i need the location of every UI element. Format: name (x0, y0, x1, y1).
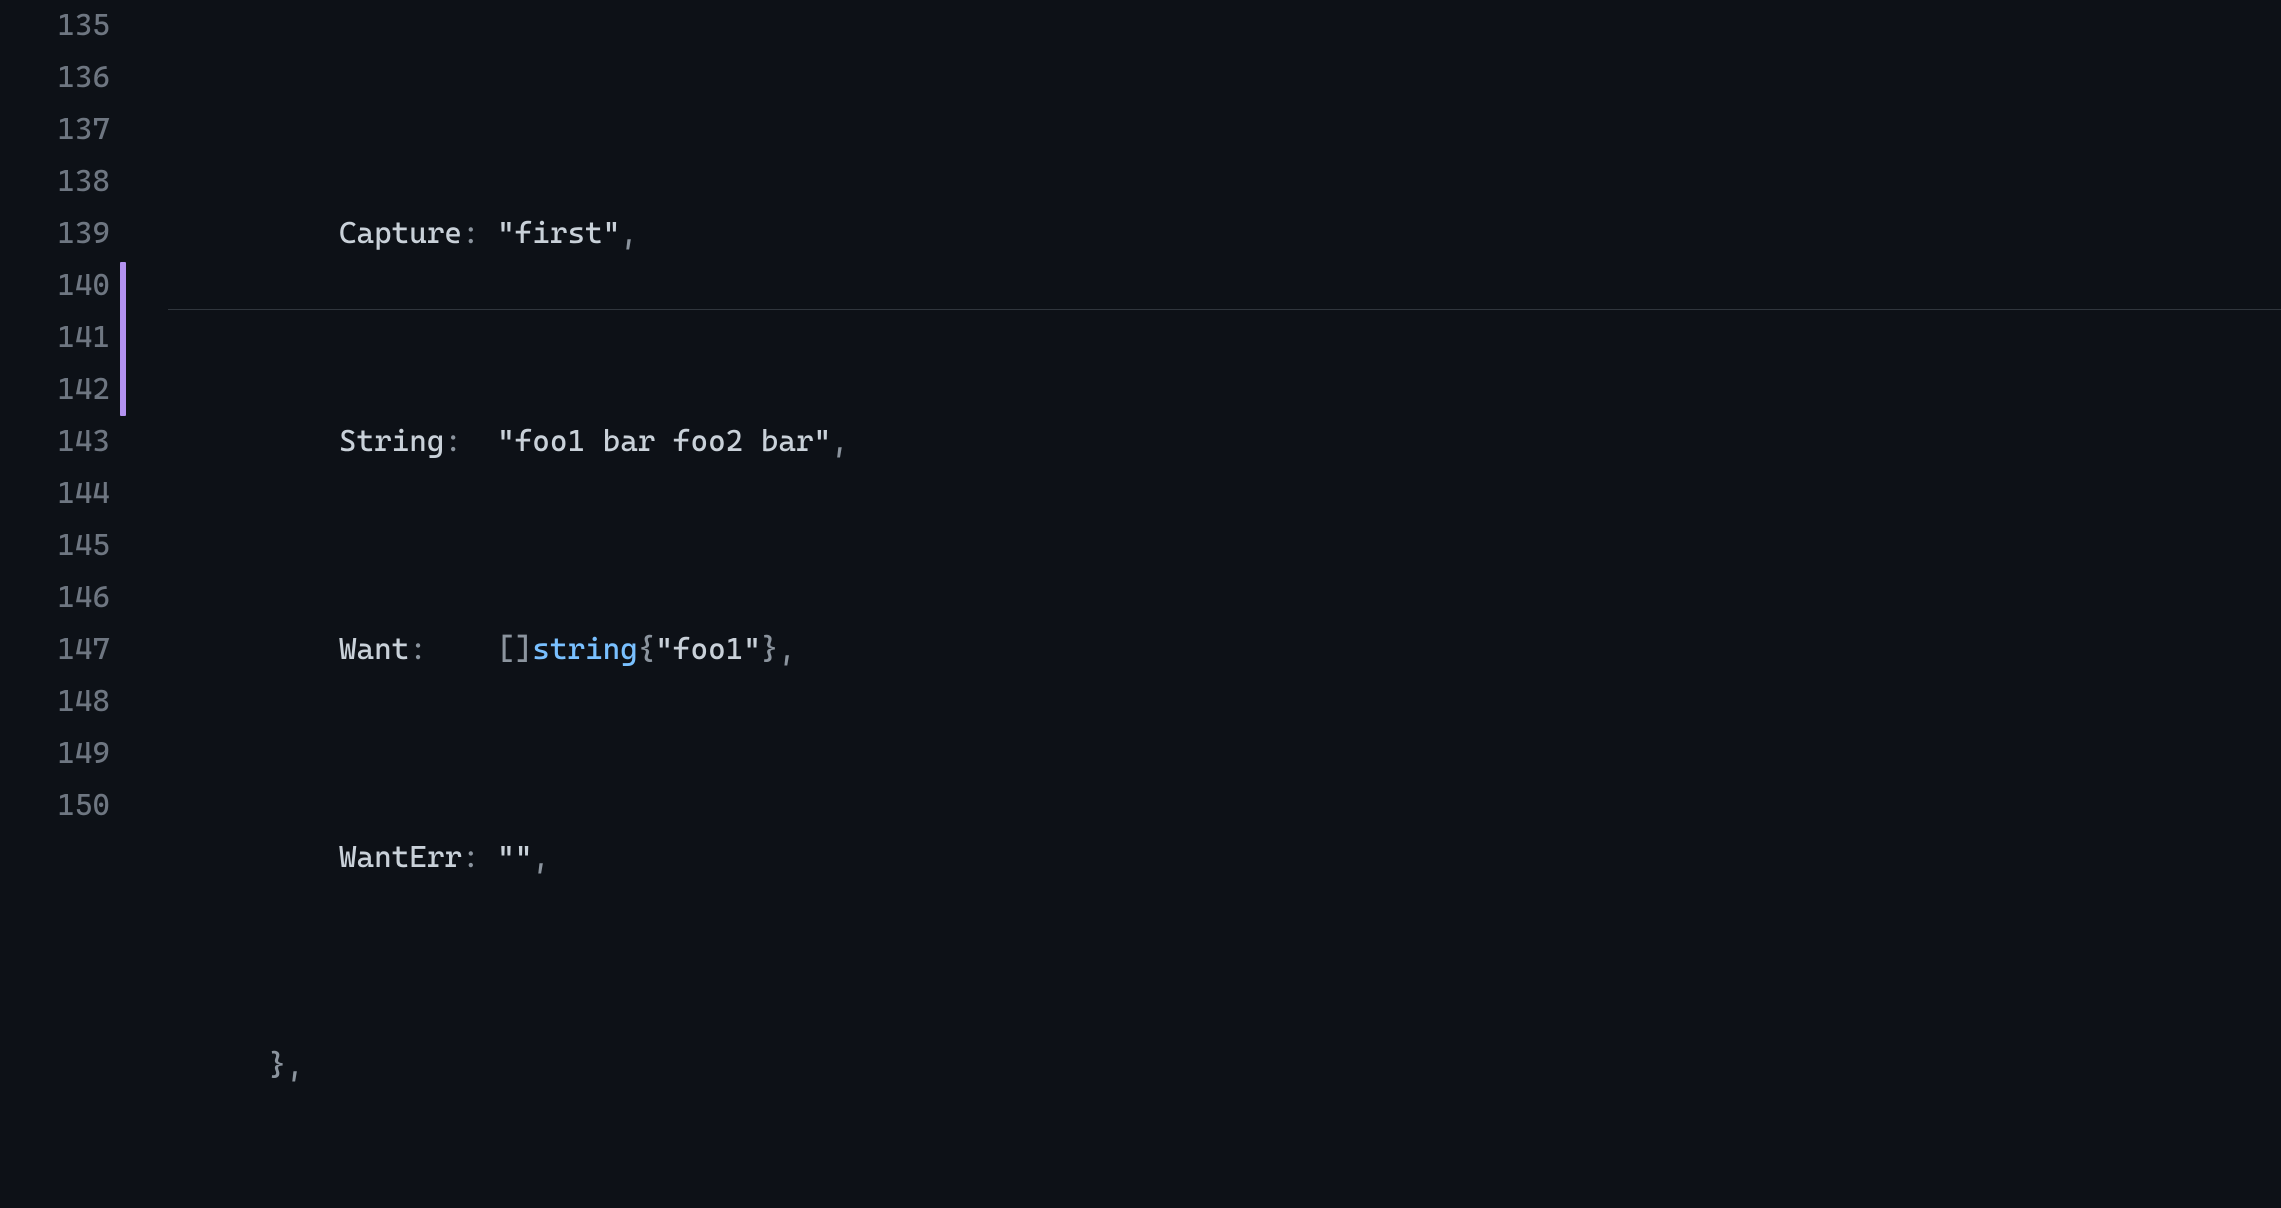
line-number: 143 (0, 416, 110, 468)
line-number: 135 (0, 0, 110, 52)
code-line[interactable]: WantErr: "", (128, 832, 2281, 884)
line-number: 147 (0, 624, 110, 676)
code-editor[interactable]: 135 136 137 138 139 140 141 142 143 144 … (0, 0, 2281, 1208)
code-line[interactable]: Want: []string{"foo1"}, (128, 624, 2281, 676)
line-number: 137 (0, 104, 110, 156)
line-number: 149 (0, 728, 110, 780)
line-number-gutter: 135 136 137 138 139 140 141 142 143 144 … (0, 0, 120, 1208)
line-number: 144 (0, 468, 110, 520)
line-number: 140 (0, 260, 110, 312)
line-number: 146 (0, 572, 110, 624)
change-marker-gutter (120, 0, 128, 1208)
line-number: 138 (0, 156, 110, 208)
code-content[interactable]: Capture: "first", String: "foo1 bar foo2… (128, 0, 2281, 1208)
code-line[interactable]: Capture: "first", (128, 208, 2281, 260)
section-divider (168, 309, 2281, 310)
line-number: 145 (0, 520, 110, 572)
code-line[interactable]: }, (128, 1040, 2281, 1092)
line-number: 150 (0, 780, 110, 832)
line-number: 148 (0, 676, 110, 728)
line-number: 136 (0, 52, 110, 104)
line-number: 142 (0, 364, 110, 416)
code-line[interactable]: String: "foo1 bar foo2 bar", (128, 416, 2281, 468)
diff-added-marker (120, 262, 126, 416)
line-number: 139 (0, 208, 110, 260)
line-number: 141 (0, 312, 110, 364)
